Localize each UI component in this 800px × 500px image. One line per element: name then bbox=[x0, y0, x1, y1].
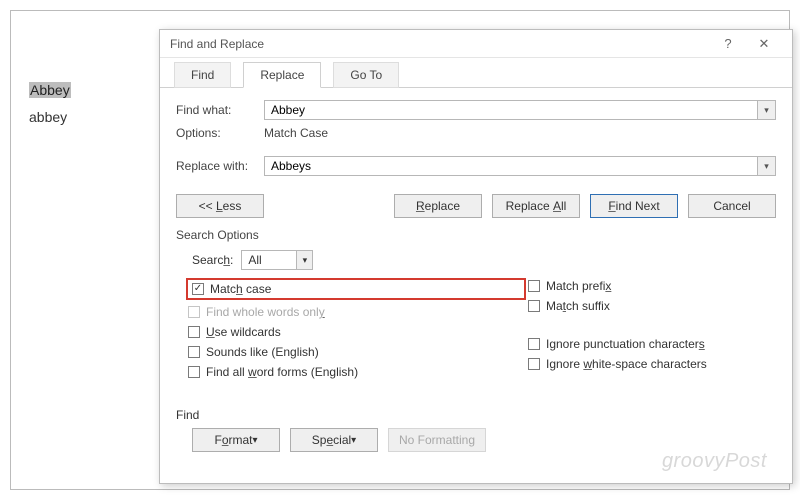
tab-strip: Find Replace Go To bbox=[160, 58, 792, 88]
whole-words-checkbox: Find whole words only bbox=[186, 304, 526, 320]
ignore-punct-label: Ignore punctuation characters bbox=[546, 337, 705, 351]
replace-all-button[interactable]: Replace All bbox=[492, 194, 580, 218]
chevron-down-icon[interactable]: ▾ bbox=[757, 101, 775, 119]
all-word-forms-label: Find all word forms (English) bbox=[206, 365, 358, 379]
chevron-down-icon[interactable]: ▾ bbox=[757, 157, 775, 175]
options-value: Match Case bbox=[264, 126, 328, 140]
search-direction-select[interactable]: All ▾ bbox=[241, 250, 313, 270]
match-prefix-label: Match prefix bbox=[546, 279, 611, 293]
no-formatting-label: No Formatting bbox=[399, 433, 475, 447]
sounds-like-checkbox[interactable]: Sounds like (English) bbox=[186, 344, 526, 360]
tab-goto-label: Go To bbox=[350, 68, 382, 82]
dialog-body: Find what: ▾ Options: Match Case Replace… bbox=[160, 88, 792, 460]
options-label: Options: bbox=[176, 126, 256, 140]
format-button[interactable]: Format bbox=[192, 428, 280, 452]
find-replace-dialog: Find and Replace ? ✕ Find Replace Go To … bbox=[159, 29, 793, 484]
tab-replace[interactable]: Replace bbox=[243, 62, 321, 88]
checkbox-icon bbox=[528, 358, 540, 370]
tab-find[interactable]: Find bbox=[174, 62, 231, 88]
replace-with-label: Replace with: bbox=[176, 159, 256, 173]
find-what-combo[interactable]: ▾ bbox=[264, 100, 776, 120]
checkbox-icon bbox=[188, 346, 200, 358]
document-selected-text: Abbey bbox=[29, 82, 71, 98]
wildcards-label: Use wildcards bbox=[206, 325, 281, 339]
search-options-label: Search Options bbox=[176, 228, 776, 242]
checkbox-icon bbox=[188, 366, 200, 378]
tab-find-label: Find bbox=[191, 68, 214, 82]
find-next-button[interactable]: Find Next bbox=[590, 194, 678, 218]
match-suffix-label: Match suffix bbox=[546, 299, 610, 313]
sounds-like-label: Sounds like (English) bbox=[206, 345, 319, 359]
find-what-input[interactable] bbox=[265, 101, 757, 119]
checkbox-icon bbox=[188, 326, 200, 338]
tab-goto[interactable]: Go To bbox=[333, 62, 399, 88]
special-button[interactable]: Special bbox=[290, 428, 378, 452]
whole-words-label: Find whole words only bbox=[206, 305, 325, 319]
checkbox-grid: ✓ Match case Find whole words only Use w… bbox=[186, 278, 776, 380]
dialog-button-row: << Less Replace Replace All Find Next Ca… bbox=[176, 194, 776, 218]
ignore-punct-checkbox[interactable]: Ignore punctuation characters bbox=[526, 336, 709, 352]
find-section-label: Find bbox=[176, 408, 776, 422]
search-direction-value: All bbox=[242, 251, 296, 269]
match-prefix-checkbox[interactable]: Match prefix bbox=[526, 278, 709, 294]
match-case-checkbox[interactable]: ✓ Match case bbox=[190, 281, 273, 297]
dialog-titlebar[interactable]: Find and Replace ? ✕ bbox=[160, 30, 792, 58]
dialog-title: Find and Replace bbox=[170, 37, 710, 51]
checkbox-icon: ✓ bbox=[192, 283, 204, 295]
match-case-highlight: ✓ Match case bbox=[186, 278, 526, 300]
checkbox-icon bbox=[528, 300, 540, 312]
no-formatting-button: No Formatting bbox=[388, 428, 486, 452]
chevron-down-icon[interactable]: ▾ bbox=[296, 251, 312, 269]
search-direction-label: Search: bbox=[192, 253, 233, 267]
document-text-line: abbey bbox=[29, 109, 67, 125]
tab-replace-label: Replace bbox=[260, 68, 304, 82]
checkbox-icon bbox=[188, 306, 200, 318]
replace-button[interactable]: Replace bbox=[394, 194, 482, 218]
ignore-ws-label: Ignore white-space characters bbox=[546, 357, 707, 371]
match-case-label: Match case bbox=[210, 282, 271, 296]
match-suffix-checkbox[interactable]: Match suffix bbox=[526, 298, 709, 314]
close-button[interactable]: ✕ bbox=[746, 36, 782, 52]
all-word-forms-checkbox[interactable]: Find all word forms (English) bbox=[186, 364, 526, 380]
replace-with-combo[interactable]: ▾ bbox=[264, 156, 776, 176]
cancel-button[interactable]: Cancel bbox=[688, 194, 776, 218]
checkbox-icon bbox=[528, 280, 540, 292]
help-button[interactable]: ? bbox=[710, 36, 746, 51]
document-frame: Abbey abbey Find and Replace ? ✕ Find Re… bbox=[10, 10, 790, 490]
document-body: Abbey abbey bbox=[29, 77, 71, 130]
checkbox-icon bbox=[528, 338, 540, 350]
less-button[interactable]: << Less bbox=[176, 194, 264, 218]
find-what-label: Find what: bbox=[176, 103, 256, 117]
wildcards-checkbox[interactable]: Use wildcards bbox=[186, 324, 526, 340]
cancel-label: Cancel bbox=[713, 199, 750, 213]
ignore-ws-checkbox[interactable]: Ignore white-space characters bbox=[526, 356, 709, 372]
replace-with-input[interactable] bbox=[265, 157, 757, 175]
